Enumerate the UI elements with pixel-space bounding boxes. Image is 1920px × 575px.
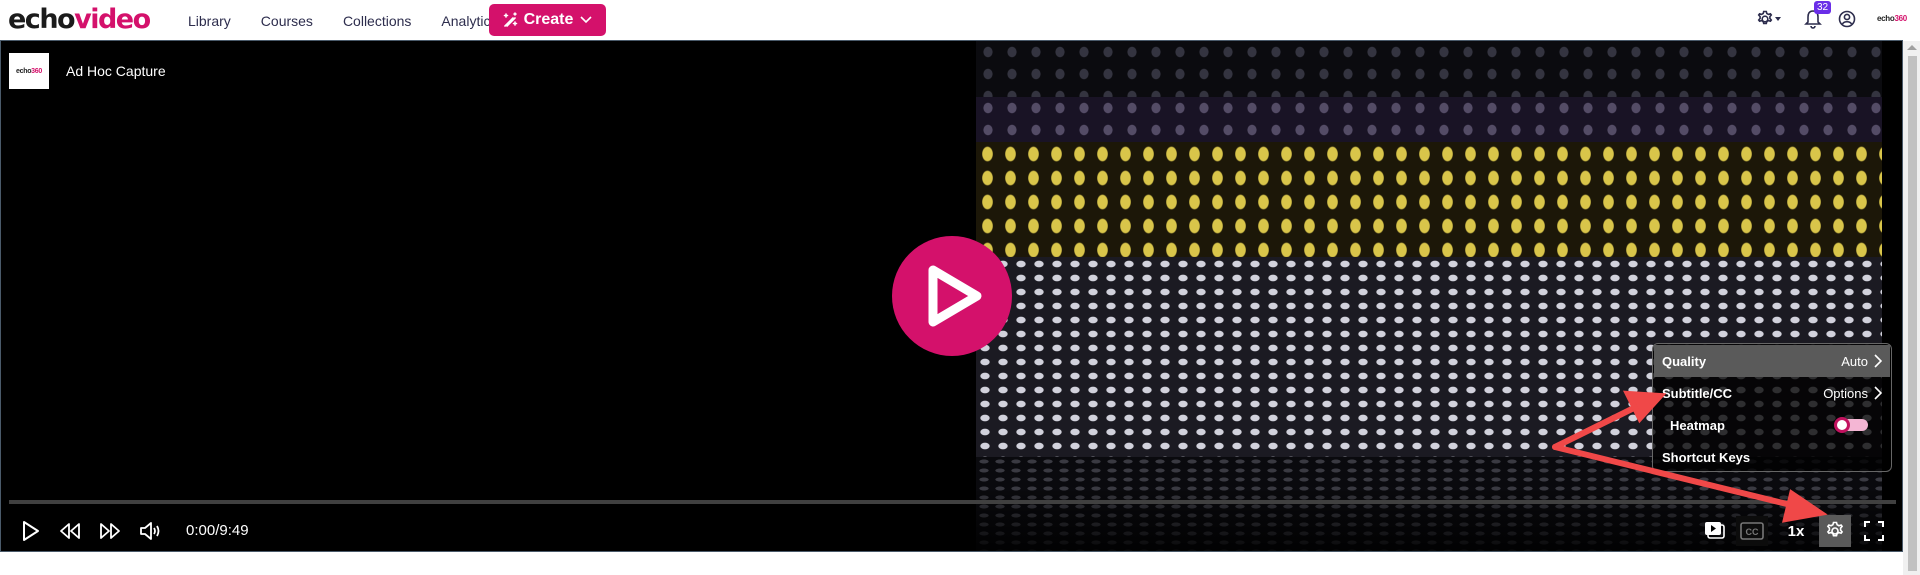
video-player[interactable]: echo360 Ad Hoc Capture 0:00/9:49 CC 1x (0, 40, 1903, 552)
media-source-icon (1705, 522, 1725, 539)
echo360-thumbnail: echo 360 (9, 53, 49, 89)
big-play-button[interactable] (892, 236, 1012, 356)
nav-library[interactable]: Library (188, 13, 231, 29)
fast-forward-icon (100, 523, 120, 539)
main-nav: Library Courses Collections Analytics (188, 0, 527, 41)
gear-icon (1826, 521, 1844, 537)
page-scrollbar[interactable] (1903, 41, 1920, 575)
video-texture (976, 97, 1882, 142)
logo-text-video: video (74, 4, 151, 35)
magic-wand-icon (502, 12, 518, 28)
create-button[interactable]: Create (489, 4, 606, 36)
scroll-up-arrow-icon[interactable] (1907, 45, 1917, 50)
video-frame[interactable] (976, 41, 1882, 551)
subtitle-cc-value: Options (1823, 385, 1868, 401)
create-label: Create (523, 11, 574, 28)
fullscreen-icon (1864, 521, 1884, 541)
fast-forward-button[interactable] (96, 516, 124, 546)
picture-in-picture-button[interactable] (1701, 516, 1729, 546)
echo360-brand-logo: echo360 (1877, 14, 1907, 23)
quality-label: Quality (1662, 353, 1707, 369)
notification-badge: 32 (1814, 1, 1832, 14)
menu-item-subtitle-cc[interactable]: Subtitle/CC Options (1654, 377, 1890, 409)
volume-button[interactable] (137, 516, 165, 546)
playback-speed: 1x (1787, 522, 1805, 540)
player-settings-button[interactable] (1819, 515, 1851, 547)
top-header: echovideo Library Courses Collections An… (0, 0, 1920, 41)
echovideo-logo[interactable]: echovideo (8, 4, 151, 35)
menu-item-quality[interactable]: Quality Auto (1654, 345, 1890, 377)
playback-speed-button[interactable]: 1x (1781, 516, 1811, 546)
caret-down-icon (1775, 17, 1781, 21)
rewind-icon (60, 523, 80, 539)
heatmap-label: Heatmap (1670, 417, 1725, 433)
quality-value: Auto (1841, 353, 1868, 369)
play-button[interactable] (17, 516, 45, 546)
play-icon (23, 521, 39, 541)
fullscreen-button[interactable] (1860, 516, 1888, 546)
heatmap-toggle[interactable] (1834, 417, 1868, 433)
gear-icon (1757, 10, 1781, 25)
subtitle-cc-label: Subtitle/CC (1662, 385, 1733, 401)
svg-text:CC: CC (1746, 527, 1759, 537)
video-title-bar: echo 360 Ad Hoc Capture (9, 53, 166, 89)
closed-captions-button[interactable]: CC (1736, 516, 1768, 546)
nav-courses[interactable]: Courses (261, 13, 313, 29)
chevron-right-icon (1874, 354, 1882, 368)
logo-text-echo: echo (8, 4, 76, 35)
rewind-button[interactable] (56, 516, 84, 546)
play-icon (928, 265, 982, 327)
video-texture (976, 41, 1882, 97)
toggle-knob (1834, 417, 1850, 433)
nav-collections[interactable]: Collections (343, 13, 411, 29)
scroll-thumb[interactable] (1908, 56, 1917, 571)
cc-icon: CC (1740, 522, 1764, 540)
progress-bar[interactable] (9, 500, 1896, 504)
menu-item-heatmap: Heatmap (1654, 409, 1890, 441)
player-settings-menu: Quality Auto Subtitle/CC Options Heatmap… (1652, 343, 1892, 472)
chevron-down-icon (579, 15, 593, 25)
chevron-right-icon (1874, 386, 1882, 400)
menu-item-shortcut-keys[interactable]: Shortcut Keys (1654, 441, 1890, 473)
user-icon (1838, 10, 1856, 28)
time-display: 0:00/9:49 (186, 522, 249, 539)
video-title: Ad Hoc Capture (66, 63, 166, 79)
volume-icon (140, 522, 160, 540)
video-texture (976, 142, 1882, 257)
shortcut-keys-label: Shortcut Keys (1662, 449, 1751, 465)
